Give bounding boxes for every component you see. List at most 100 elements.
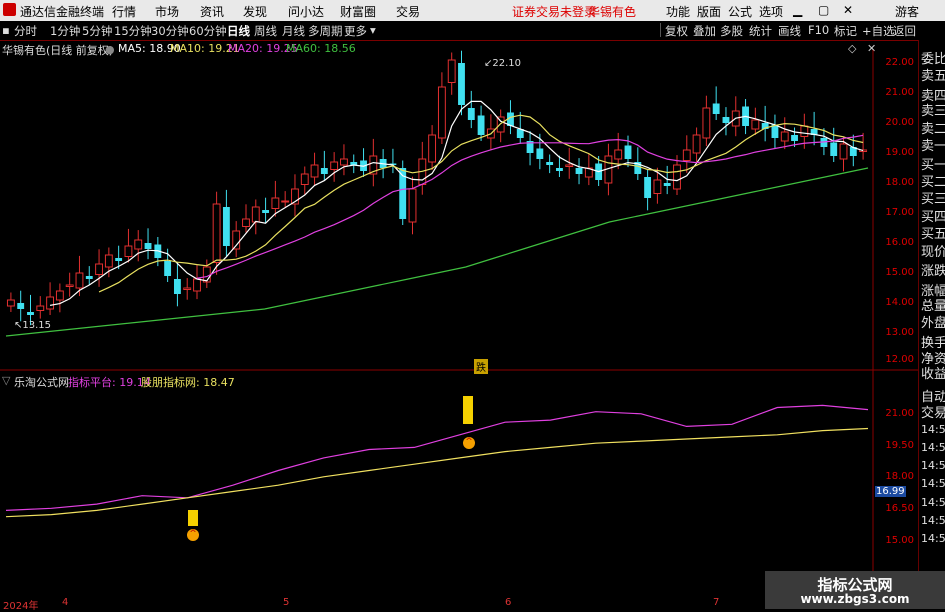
candle-body xyxy=(212,203,221,263)
candle-body xyxy=(575,168,583,174)
x-label-may: 5 xyxy=(283,597,290,608)
y-tick-main-6: 16.00 xyxy=(885,237,914,248)
indicator-title: 乐淘公式网 xyxy=(14,376,69,389)
candle-body xyxy=(271,197,280,209)
btn-f10[interactable]: F10 xyxy=(808,23,829,37)
candle-body xyxy=(144,243,152,249)
tab-monthly[interactable]: 月线 xyxy=(282,23,305,39)
btn-tongji[interactable]: 统计 xyxy=(749,23,772,39)
candle-body xyxy=(447,59,456,83)
menu-faxian[interactable]: 发现 xyxy=(243,3,267,20)
btn-back[interactable]: 返回 xyxy=(893,23,916,39)
tab-fenshi[interactable]: 分时 xyxy=(14,23,37,39)
price-chart[interactable] xyxy=(0,40,918,609)
candle-body xyxy=(262,210,270,213)
btn-huaxian[interactable]: 画线 xyxy=(778,23,801,39)
quote-sidebar: 委比 卖五 卖四 卖三 卖二 卖一 买一 买二 买三 买四 买五 现价 涨跌 涨幅 总量 外盘 换手 净资 收益 自动… xyxy=(918,40,945,609)
candle-body xyxy=(565,164,574,167)
sidebar-item-12: 涨跌 xyxy=(921,264,945,279)
watermark: 指标公式网 www.zbgs3.com xyxy=(765,571,945,609)
btn-biaoji[interactable]: 标记 xyxy=(834,23,857,39)
candle-body xyxy=(663,183,671,186)
menu-wenxiaoda[interactable]: 问小达 xyxy=(288,3,324,20)
sidebar-item-25: 14:56 xyxy=(921,496,945,509)
y-tick-main-8: 14.00 xyxy=(885,297,914,308)
guest-user[interactable]: 游客 xyxy=(895,3,919,20)
candle-body xyxy=(653,179,662,194)
candle-body xyxy=(340,158,348,166)
candle-body xyxy=(6,299,15,307)
tab-30min[interactable]: 30分钟 xyxy=(151,23,189,39)
tab-daily[interactable]: 日线 xyxy=(227,23,250,39)
tab-5min[interactable]: 5分钟 xyxy=(82,23,112,39)
candle-body xyxy=(17,303,25,309)
trade-login-notice[interactable]: 证券交易未登录 xyxy=(512,3,596,20)
candle-body xyxy=(673,164,681,190)
candle-body xyxy=(36,305,45,311)
high-price-label: ↙22.10 xyxy=(484,58,522,69)
toolbar-lock-icon[interactable]: ▪ xyxy=(2,23,10,37)
y-tick-main-2: 20.00 xyxy=(885,117,914,128)
btn-duogu[interactable]: 多股 xyxy=(720,23,743,39)
y-tick-ind-3: 16.50 xyxy=(885,503,914,514)
candle-body xyxy=(682,149,691,161)
close-icon[interactable]: ✕ xyxy=(843,3,853,17)
candle-body xyxy=(791,135,798,141)
candle-body xyxy=(124,245,133,257)
current-value-badge: 16.99 xyxy=(875,486,906,497)
candle-body xyxy=(46,296,55,310)
candle-body xyxy=(437,86,446,139)
menu-gongneng[interactable]: 功能 xyxy=(666,3,690,20)
menu-banmian[interactable]: 版面 xyxy=(697,3,721,20)
candle-body xyxy=(251,206,260,223)
app-logo-icon xyxy=(3,3,16,16)
maximize-icon[interactable]: ▢ xyxy=(818,3,829,17)
tab-more[interactable]: 更多 xyxy=(344,23,367,39)
sidebar-item-10: 买五 xyxy=(921,227,945,242)
indicator-lines xyxy=(5,404,869,518)
candle-body xyxy=(104,254,113,268)
btn-fuquan[interactable]: 复权 xyxy=(665,23,688,39)
sidebar-item-1: 卖五 xyxy=(921,69,945,84)
indicator-line1-label: 指标平台: 19.14 xyxy=(68,376,151,389)
tab-1min[interactable]: 1分钟 xyxy=(50,23,80,39)
menu-zixun[interactable]: 资讯 xyxy=(200,3,224,20)
sidebar-item-26: 14:56 xyxy=(921,514,945,527)
sidebar-item-23: 14:56 xyxy=(921,459,945,472)
sidebar-item-20[interactable]: 交易 xyxy=(921,402,945,421)
minimize-icon[interactable]: ▁ xyxy=(793,3,802,17)
candlesticks xyxy=(6,50,868,326)
candle-body xyxy=(75,272,84,289)
period-toolbar: ▪ 分时 1分钟 5分钟 15分钟 30分钟 60分钟 日线 周线 月线 多周期… xyxy=(0,21,945,41)
candle-body xyxy=(95,263,103,275)
event-marker[interactable]: 跌 xyxy=(474,359,488,374)
menu-gongshi[interactable]: 公式 xyxy=(728,3,752,20)
sidebar-item-15: 外盘 xyxy=(921,316,945,331)
y-tick-ind-0: 21.00 xyxy=(885,408,914,419)
app-name: 通达信金融终端 xyxy=(20,5,105,19)
btn-diejia[interactable]: 叠加 xyxy=(693,23,716,39)
menu-jiaoyi[interactable]: 交易 xyxy=(396,3,420,20)
ma5-line xyxy=(49,100,864,306)
y-tick-main-0: 22.00 xyxy=(885,57,914,68)
more-dropdown-icon[interactable]: ▾ xyxy=(370,23,376,37)
menu-caifuquan[interactable]: 财富圈 xyxy=(340,3,376,20)
indicator-settings-icon[interactable]: ▽ xyxy=(2,374,10,387)
watermark-url: www.zbgs3.com xyxy=(800,592,910,606)
candle-body xyxy=(536,148,544,159)
sidebar-item-3: 卖三 xyxy=(921,104,945,119)
y-tick-main-10: 12.00 xyxy=(885,354,914,365)
btn-add-favorite[interactable]: +自选 xyxy=(862,23,895,39)
tab-multi-period[interactable]: 多周期 xyxy=(308,23,343,39)
tab-15min[interactable]: 15分钟 xyxy=(114,23,152,39)
candle-body xyxy=(300,173,309,185)
tab-60min[interactable]: 60分钟 xyxy=(189,23,227,39)
sidebar-item-5: 卖一 xyxy=(921,139,945,154)
tab-weekly[interactable]: 周线 xyxy=(254,23,277,39)
menu-xuanxiang[interactable]: 选项 xyxy=(759,3,783,20)
current-stock-name: 华锡有色 xyxy=(588,5,637,19)
menu-shichang[interactable]: 市场 xyxy=(155,3,179,20)
low-price-label: ↖13.15 xyxy=(14,320,52,331)
candle-body xyxy=(115,258,123,261)
menu-hangqing[interactable]: 行情 xyxy=(112,3,136,20)
